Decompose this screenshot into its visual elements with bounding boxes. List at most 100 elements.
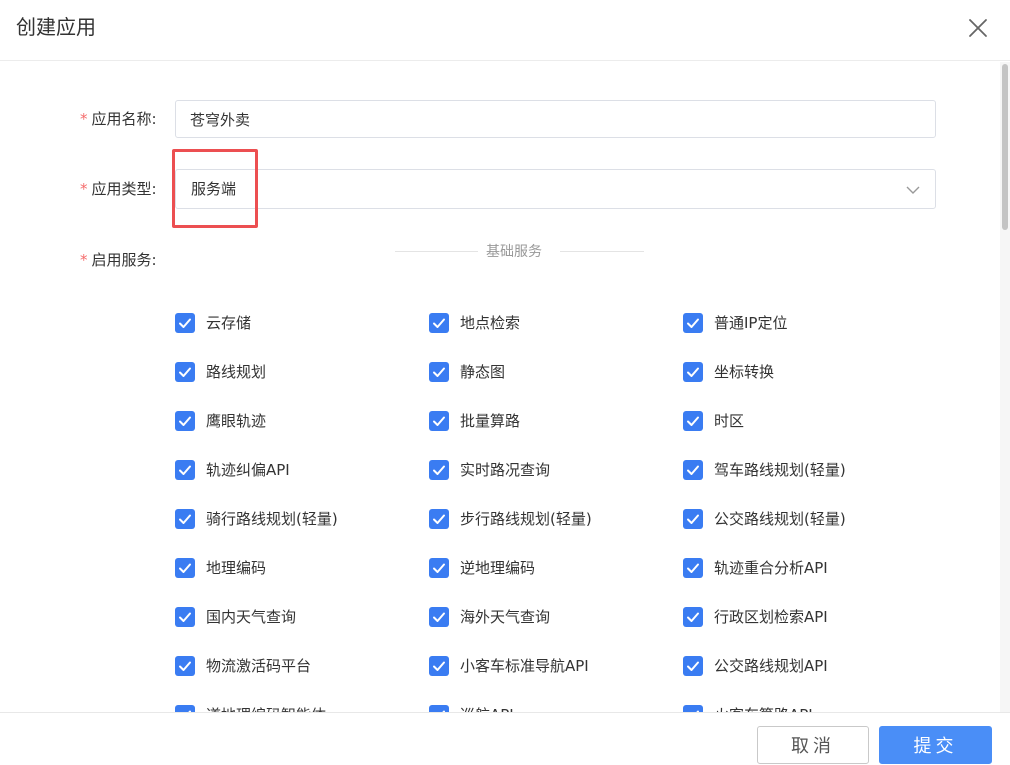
service-checkbox-item[interactable]: 鹰眼轨迹 — [175, 410, 266, 432]
service-checkbox-label: 批量算路 — [460, 412, 521, 430]
checkbox[interactable] — [175, 607, 195, 627]
app-type-label: * 应用类型: — [80, 179, 157, 199]
service-checkbox-item[interactable]: 轨迹重合分析API — [683, 557, 828, 579]
check-icon — [433, 514, 445, 524]
service-checkbox-item[interactable]: 普通IP定位 — [683, 312, 787, 334]
check-icon — [687, 612, 699, 622]
checkbox[interactable] — [683, 362, 703, 382]
required-mark: * — [80, 110, 88, 128]
checkbox[interactable] — [429, 411, 449, 431]
service-checkbox-label: 步行路线规划(轻量) — [460, 510, 592, 528]
check-icon — [687, 416, 699, 426]
service-checkbox-label: 国内天气查询 — [206, 608, 297, 626]
service-checkbox-item[interactable]: 公交路线规划API — [683, 655, 828, 677]
service-checkbox-item[interactable]: 道地理编码智能体 — [175, 704, 326, 712]
checkbox[interactable] — [429, 656, 449, 676]
service-checkbox-label: 驾车路线规划(轻量) — [714, 461, 846, 479]
service-checkbox-item[interactable]: 地点检索 — [429, 312, 520, 334]
check-icon — [687, 514, 699, 524]
cancel-button[interactable]: 取消 — [757, 726, 869, 764]
checkbox[interactable] — [429, 558, 449, 578]
checkbox[interactable] — [683, 460, 703, 480]
service-checkbox-item[interactable]: 行政区划检索API — [683, 606, 828, 628]
checkbox[interactable] — [175, 509, 195, 529]
close-button[interactable] — [962, 12, 994, 44]
service-checkbox-label: 公交路线规划(轻量) — [714, 510, 846, 528]
service-checkbox-label: 巡航API — [460, 705, 514, 712]
service-checkbox-item[interactable]: 公交路线规划(轻量) — [683, 508, 846, 530]
checkbox[interactable] — [429, 705, 449, 712]
checkbox[interactable] — [175, 411, 195, 431]
app-type-select[interactable]: 服务端 — [175, 169, 936, 209]
check-icon — [687, 563, 699, 573]
service-checkbox-item[interactable]: 路线规划 — [175, 361, 266, 383]
checkbox[interactable] — [683, 411, 703, 431]
checkbox[interactable] — [429, 509, 449, 529]
close-icon — [969, 19, 987, 37]
scrollbar[interactable] — [1000, 62, 1010, 712]
section-divider-left — [395, 251, 478, 252]
service-checkbox-item[interactable]: 批量算路 — [429, 410, 520, 432]
service-checkbox-item[interactable]: 国内天气查询 — [175, 606, 296, 628]
service-checkbox-item[interactable]: 火客车算路API — [683, 704, 813, 712]
checkbox[interactable] — [683, 656, 703, 676]
dialog-body[interactable]: *应用名称: *应用类型: 服务端 *启用服务: 基础服务 云存储地点检索普通I… — [0, 62, 1010, 712]
service-checkbox-item[interactable]: 云存储 — [175, 312, 251, 334]
service-checkbox-item[interactable]: 逆地理编码 — [429, 557, 535, 579]
service-checkbox-label: 轨迹纠偏API — [206, 461, 290, 479]
app-type-label-text: 应用类型: — [91, 180, 157, 198]
checkbox[interactable] — [175, 362, 195, 382]
check-icon — [687, 367, 699, 377]
service-checkbox-label: 静态图 — [460, 363, 506, 381]
service-checkbox-item[interactable]: 静态图 — [429, 361, 505, 383]
service-checkbox-label: 逆地理编码 — [460, 559, 536, 577]
services-label: * 启用服务: — [80, 250, 157, 270]
app-name-input[interactable] — [175, 100, 936, 138]
service-checkbox-item[interactable]: 时区 — [683, 410, 744, 432]
service-checkbox-label: 骑行路线规划(轻量) — [206, 510, 338, 528]
service-checkbox-item[interactable]: 巡航API — [429, 704, 514, 712]
check-icon — [179, 514, 191, 524]
service-checkbox-item[interactable]: 驾车路线规划(轻量) — [683, 459, 846, 481]
service-checkbox-item[interactable]: 小客车标准导航API — [429, 655, 589, 677]
required-mark: * — [80, 251, 88, 269]
checkbox[interactable] — [175, 558, 195, 578]
create-app-dialog: 创建应用 *应用名称: *应用类型: 服务端 *启用服务: 基础服务 — [0, 0, 1010, 765]
service-checkbox-label: 公交路线规划API — [714, 657, 828, 675]
checkbox[interactable] — [683, 607, 703, 627]
service-checkbox-item[interactable]: 骑行路线规划(轻量) — [175, 508, 338, 530]
check-icon — [687, 318, 699, 328]
service-checkbox-item[interactable]: 步行路线规划(轻量) — [429, 508, 592, 530]
checkbox[interactable] — [429, 362, 449, 382]
checkbox[interactable] — [175, 460, 195, 480]
service-checkbox-item[interactable]: 实时路况查询 — [429, 459, 550, 481]
checkbox[interactable] — [683, 705, 703, 712]
service-checkbox-item[interactable]: 坐标转换 — [683, 361, 774, 383]
checkbox[interactable] — [429, 460, 449, 480]
service-checkbox-label: 地理编码 — [206, 559, 267, 577]
dialog-title: 创建应用 — [16, 15, 96, 39]
check-icon — [433, 661, 445, 671]
dialog-header: 创建应用 — [0, 0, 1010, 61]
checkbox[interactable] — [175, 656, 195, 676]
checkbox[interactable] — [683, 509, 703, 529]
service-checkbox-item[interactable]: 物流激活码平台 — [175, 655, 311, 677]
service-checkbox-item[interactable]: 轨迹纠偏API — [175, 459, 290, 481]
service-checkbox-item[interactable]: 地理编码 — [175, 557, 266, 579]
checkbox[interactable] — [175, 313, 195, 333]
service-checkbox-label: 实时路况查询 — [460, 461, 551, 479]
dialog-footer: 取消 提交 — [0, 712, 1010, 765]
service-checkbox-item[interactable]: 海外天气查询 — [429, 606, 550, 628]
checkbox[interactable] — [683, 558, 703, 578]
service-checkbox-label: 普通IP定位 — [714, 314, 788, 332]
submit-button[interactable]: 提交 — [879, 726, 992, 764]
service-checkbox-label: 坐标转换 — [714, 363, 775, 381]
checkbox[interactable] — [429, 313, 449, 333]
service-checkbox-label: 道地理编码智能体 — [206, 705, 326, 712]
scrollbar-thumb[interactable] — [1002, 64, 1008, 230]
check-icon — [433, 318, 445, 328]
app-type-value: 服务端 — [191, 180, 237, 198]
checkbox[interactable] — [429, 607, 449, 627]
checkbox[interactable] — [175, 705, 195, 712]
checkbox[interactable] — [683, 313, 703, 333]
